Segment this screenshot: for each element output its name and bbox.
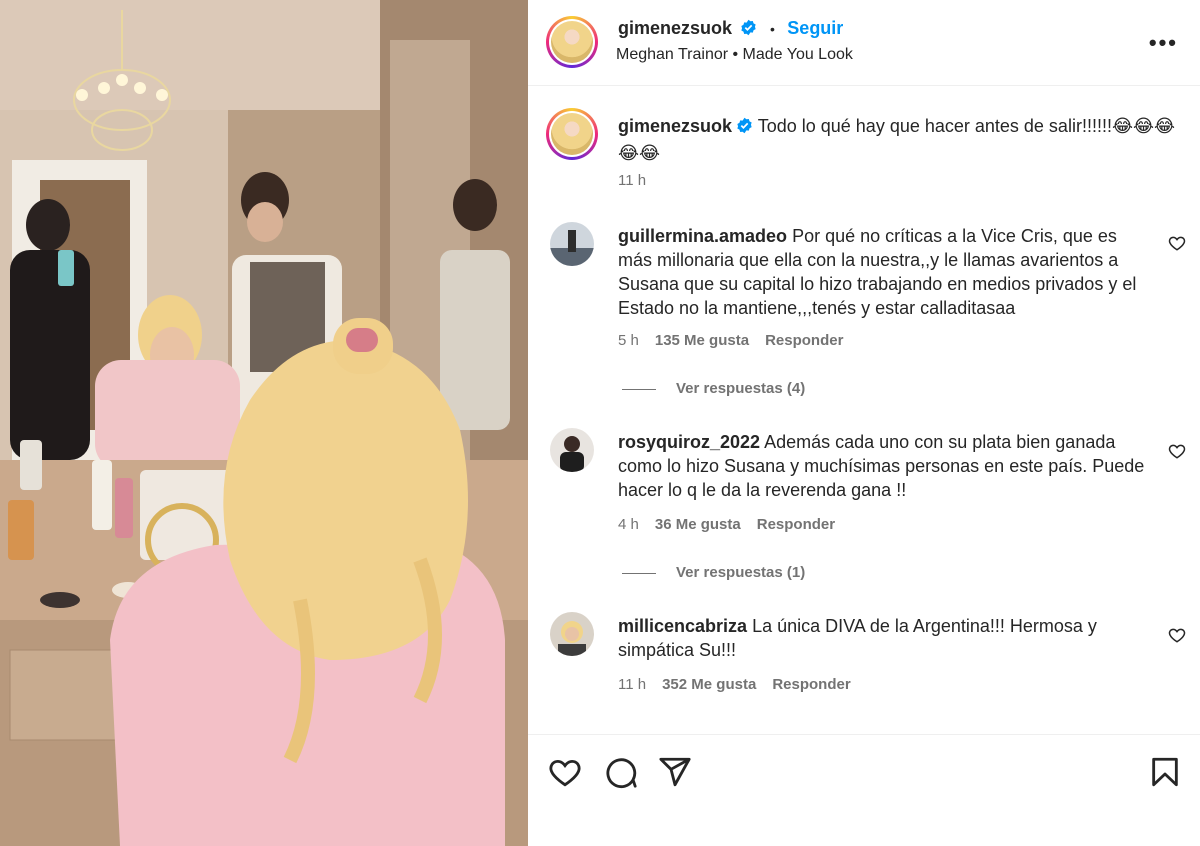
replies-divider (622, 388, 656, 390)
reply-button[interactable]: Responder (757, 516, 835, 533)
comment-likes[interactable]: 135 Me gusta (655, 332, 749, 349)
caption-time: 11 h (618, 172, 647, 189)
post-sidebar: gimenezsuok • Seguir Meghan Trainor • Ma… (528, 0, 1200, 846)
like-comment-icon[interactable] (1168, 234, 1186, 252)
follow-button[interactable]: Seguir (787, 18, 843, 38)
caption-avatar[interactable] (546, 108, 598, 160)
reply-button[interactable]: Responder (765, 332, 843, 349)
share-icon[interactable] (658, 755, 692, 789)
author-username[interactable]: gimenezsuok (618, 18, 732, 38)
post-header: gimenezsuok • Seguir Meghan Trainor • Ma… (528, 0, 1200, 86)
comment-meta: 11 h 352 Me gusta Responder (618, 676, 851, 693)
comment-username[interactable]: millicencabriza (618, 616, 747, 636)
separator-dot: • (769, 21, 775, 37)
heart-icon[interactable] (548, 755, 582, 789)
comment-time: 4 h (618, 516, 639, 533)
verified-badge-icon (740, 19, 757, 41)
comment-body: millicencabriza La única DIVA de la Arge… (618, 614, 1148, 662)
view-replies-button[interactable]: Ver respuestas (1) (622, 564, 805, 581)
comment-body: rosyquiroz_2022 Además cada uno con su p… (618, 430, 1148, 502)
view-replies-label: Ver respuestas (1) (676, 564, 806, 581)
comment-username[interactable]: rosyquiroz_2022 (618, 432, 760, 452)
comment-time: 5 h (618, 332, 639, 349)
view-replies-button[interactable]: Ver respuestas (4) (622, 380, 805, 397)
video-still (0, 0, 528, 846)
comment-username[interactable]: guillermina.amadeo (618, 226, 787, 246)
caption-body: gimenezsuok Todo lo qué hay que hacer an… (618, 114, 1178, 166)
post-action-bar (528, 734, 1200, 846)
commenter-avatar[interactable] (550, 222, 594, 266)
bookmark-icon[interactable] (1148, 755, 1182, 789)
reply-button[interactable]: Responder (772, 676, 850, 693)
replies-divider (622, 572, 656, 574)
commenter-avatar[interactable] (550, 612, 594, 656)
caption-username[interactable]: gimenezsuok (618, 116, 732, 136)
comment-likes[interactable]: 36 Me gusta (655, 516, 741, 533)
view-replies-label: Ver respuestas (4) (676, 380, 806, 397)
comment-body: guillermina.amadeo Por qué no críticas a… (618, 224, 1148, 320)
author-avatar[interactable] (546, 16, 598, 68)
audio-track[interactable]: Meghan Trainor • Made You Look (616, 46, 853, 64)
like-comment-icon[interactable] (1168, 442, 1186, 460)
like-comment-icon[interactable] (1168, 626, 1186, 644)
comment-likes[interactable]: 352 Me gusta (662, 676, 756, 693)
comment-meta: 4 h 36 Me gusta Responder (618, 516, 835, 533)
comment-meta: 5 h 135 Me gusta Responder (618, 332, 843, 349)
more-options-icon[interactable]: ••• (1149, 30, 1178, 56)
comment-icon[interactable] (604, 755, 638, 789)
post-media[interactable] (0, 0, 528, 846)
comment-time: 11 h (618, 676, 647, 693)
verified-badge-icon (736, 116, 753, 141)
commenter-avatar[interactable] (550, 428, 594, 472)
